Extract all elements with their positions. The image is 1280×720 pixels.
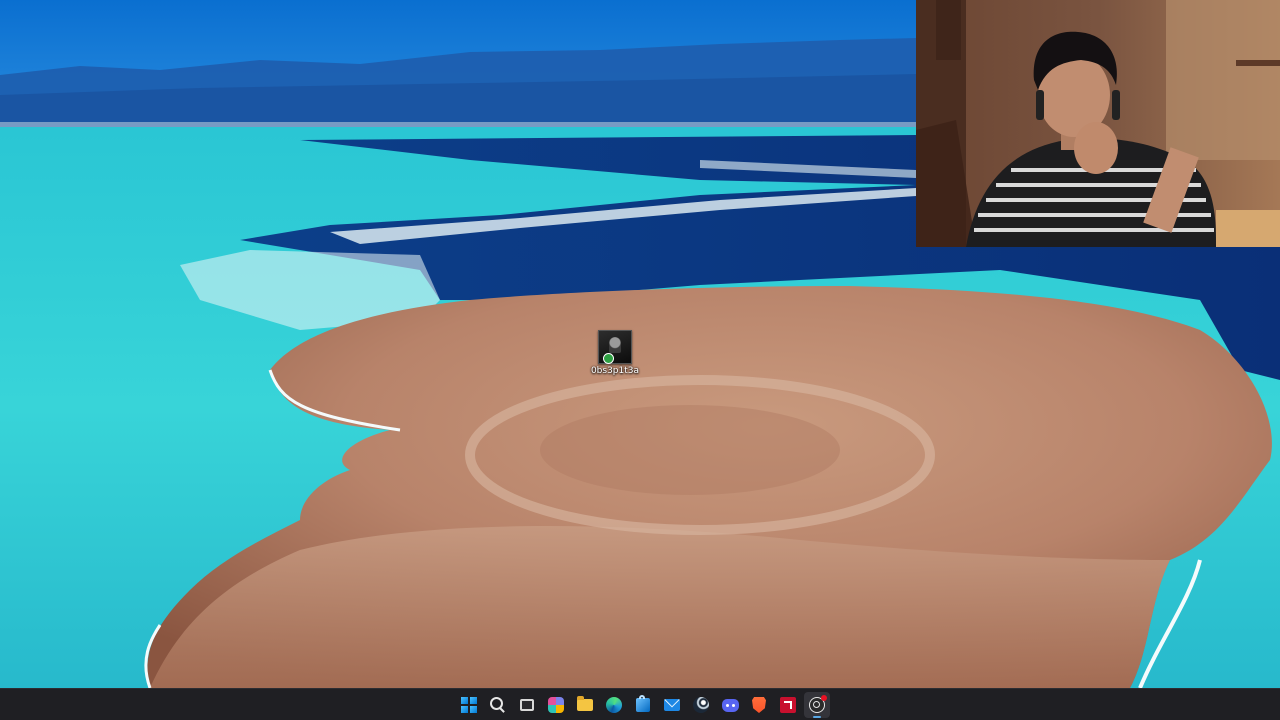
steam-icon [693,697,709,713]
recording-indicator-icon [821,695,827,701]
edge-icon [606,697,622,713]
sync-check-icon [603,353,614,364]
webcam-person-feed [916,0,1280,247]
mail-button[interactable] [659,692,685,718]
amd-software-button[interactable] [775,692,801,718]
search-icon [489,696,503,710]
brave-button[interactable] [746,692,772,718]
task-view-button[interactable] [514,692,540,718]
windows-logo-icon [461,697,477,713]
microsoft-store-button[interactable] [630,692,656,718]
steam-button[interactable] [688,692,714,718]
brave-icon [752,697,766,713]
obs-studio-button[interactable] [804,692,830,718]
dark-thumbnail-file-icon [598,330,632,364]
search-button[interactable] [485,692,511,718]
taskbar-pinned-apps [456,692,830,718]
edge-button[interactable] [601,692,627,718]
teams-button[interactable] [543,692,569,718]
file-explorer-button[interactable] [572,692,598,718]
store-icon [636,695,650,712]
start-button[interactable] [456,692,482,718]
taskbar [0,688,1280,720]
folder-icon [577,696,593,711]
discord-icon [721,698,739,712]
mail-icon [664,699,680,711]
desktop-icon-label: 0bs3p1t3a [590,366,640,376]
discord-button[interactable] [717,692,743,718]
webcam-overlay [916,0,1280,247]
teams-icon [548,697,564,713]
desktop-screen: 0bs3p1t3a [0,0,1280,720]
task-view-icon [520,699,534,711]
desktop-file-icon[interactable]: 0bs3p1t3a [591,330,639,376]
amd-icon [780,697,796,713]
